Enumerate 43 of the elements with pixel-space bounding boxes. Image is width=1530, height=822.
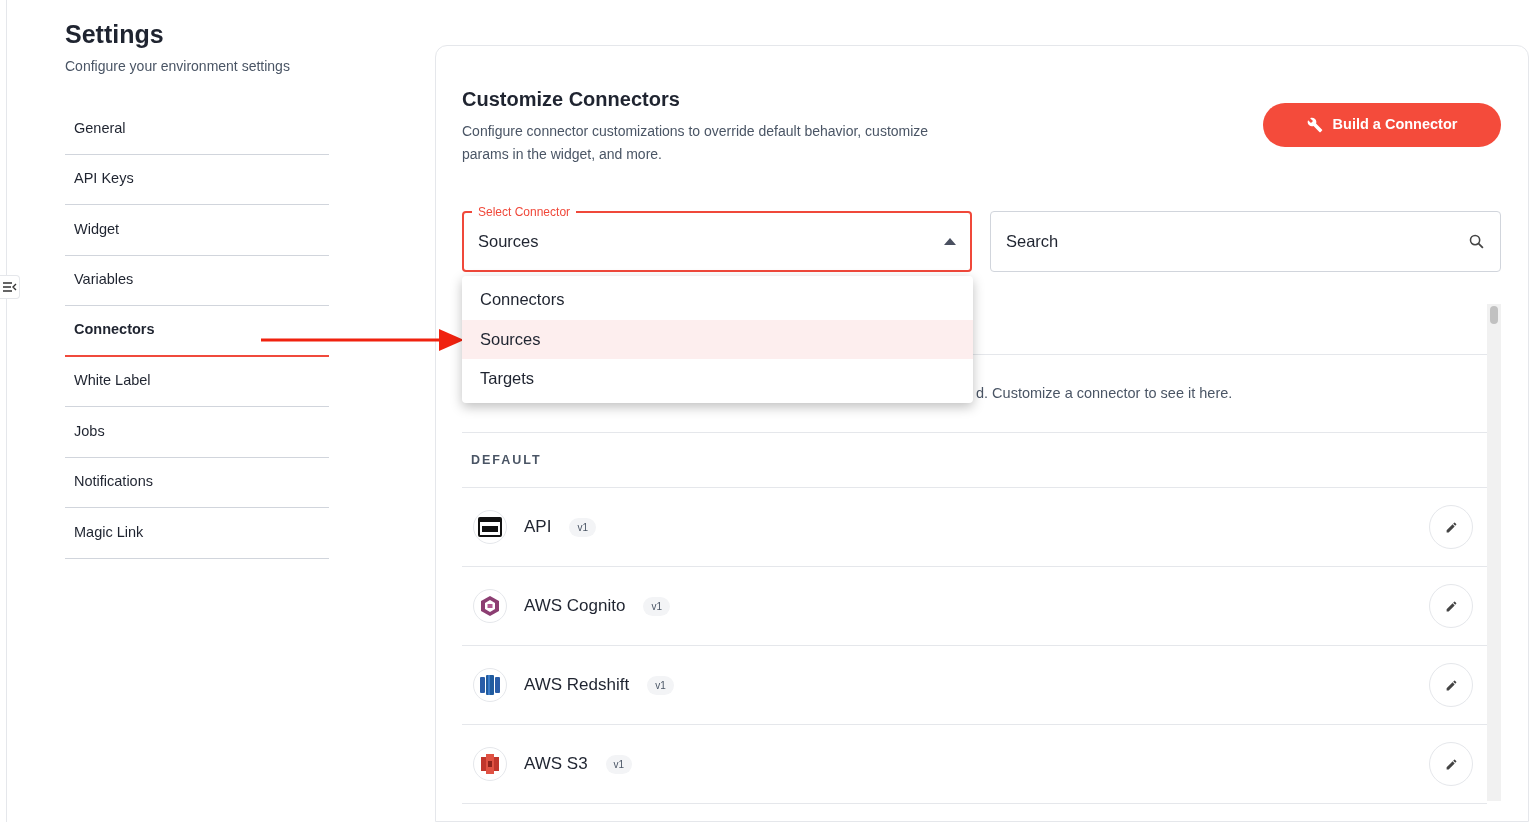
- version-badge: v1: [569, 517, 596, 537]
- dropdown-option[interactable]: Connectors: [462, 280, 973, 320]
- cylinder-logo-icon: [479, 674, 501, 696]
- pencil-icon: [1444, 757, 1458, 771]
- pencil-icon: [1444, 599, 1458, 613]
- section-label: DEFAULT: [471, 451, 542, 469]
- pencil-icon: [1444, 678, 1458, 692]
- sidebar-item[interactable]: Magic Link: [65, 508, 329, 559]
- sidebar-item[interactable]: General: [65, 104, 329, 155]
- page-title: Customize Connectors: [462, 87, 681, 112]
- select-value: Sources: [478, 231, 539, 253]
- build-connector-button[interactable]: Build a Connector: [1263, 103, 1501, 147]
- sidebar-item[interactable]: Connectors: [65, 306, 329, 357]
- connector-name: AWS Redshift: [524, 674, 630, 697]
- scrollbar[interactable]: [1487, 304, 1501, 801]
- pencil-icon: [1444, 520, 1458, 534]
- search-icon: [1468, 233, 1485, 250]
- collapse-menu-icon: [2, 282, 17, 292]
- collapse-sidebar-button[interactable]: [0, 275, 20, 299]
- empty-customized-text: d. Customize a connector to see it here.: [976, 383, 1233, 403]
- sidebar-item[interactable]: Widget: [65, 205, 329, 256]
- hexagon-logo-icon: [480, 595, 500, 617]
- bucket-logo-icon: [480, 753, 500, 775]
- browser-window-icon: [478, 517, 502, 537]
- sidebar-item[interactable]: Notifications: [65, 457, 329, 508]
- dropdown-option[interactable]: Targets: [462, 359, 973, 399]
- version-badge: v1: [647, 675, 674, 695]
- search-input[interactable]: Search: [1006, 229, 1406, 254]
- sidebar-item[interactable]: White Label: [65, 356, 329, 407]
- connector-name: API: [524, 516, 552, 539]
- connector-name: AWS Cognito: [524, 595, 626, 618]
- wrench-icon: [1306, 117, 1323, 133]
- search-field[interactable]: Search: [990, 211, 1501, 272]
- version-badge: v1: [643, 596, 670, 616]
- sidebar-item[interactable]: Variables: [65, 255, 329, 306]
- version-badge: v1: [605, 754, 633, 774]
- dropdown-option[interactable]: Sources: [462, 319, 973, 359]
- settings-subtitle: Configure your environment settings: [65, 57, 291, 76]
- sidebar-item[interactable]: Jobs: [65, 407, 329, 458]
- page-description: Configure connector customizations to override default behavior, customize params in the widget, and more.: [462, 122, 930, 164]
- sidebar-item[interactable]: API Keys: [65, 154, 329, 205]
- connector-name: AWS S3: [524, 753, 588, 776]
- settings-title: Settings: [65, 19, 165, 50]
